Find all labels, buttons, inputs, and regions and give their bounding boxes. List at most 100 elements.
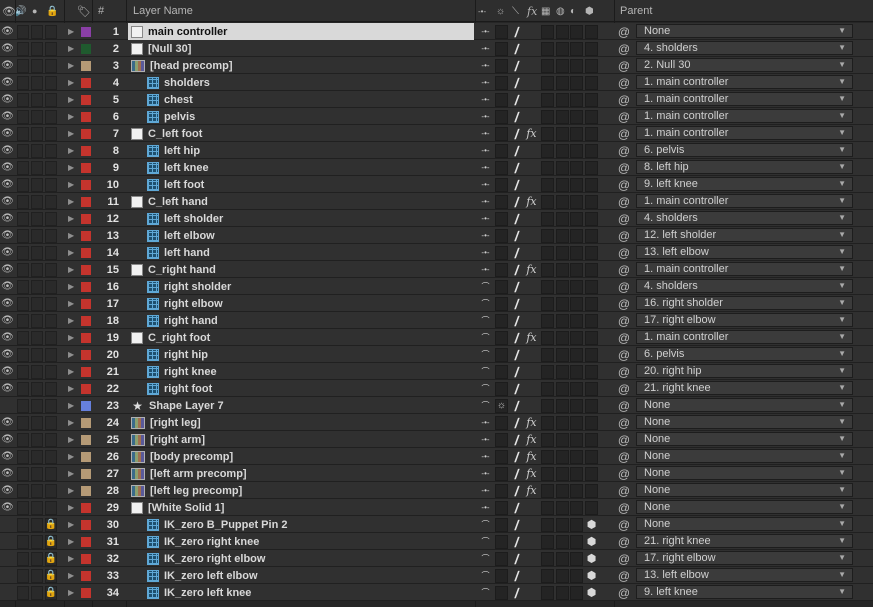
- frame-blend-switch[interactable]: [541, 397, 554, 414]
- quality-switch[interactable]: /: [510, 74, 523, 91]
- eye-icon[interactable]: 👁: [1, 261, 14, 278]
- collapse-switch[interactable]: [495, 40, 508, 57]
- fx-icon[interactable]: fx: [527, 0, 537, 22]
- motion-blur-switch[interactable]: [556, 346, 569, 363]
- adjustment-switch[interactable]: [570, 516, 583, 533]
- lock-toggle[interactable]: 🔒: [45, 584, 57, 601]
- adjustment-switch[interactable]: [570, 210, 583, 227]
- collapse-switch[interactable]: [495, 567, 508, 584]
- expand-triangle-icon[interactable]: ▶: [68, 57, 76, 74]
- expand-triangle-icon[interactable]: ▶: [68, 176, 76, 193]
- 3d-switch[interactable]: [585, 448, 598, 465]
- layer-row[interactable]: 👁 ▶ 11 C_left hand -•- / fx @1. main controller…: [0, 193, 873, 210]
- parent-dropdown[interactable]: None ▼: [636, 398, 853, 412]
- label-color-swatch[interactable]: [81, 125, 91, 142]
- 3d-switch[interactable]: [585, 312, 598, 329]
- 3d-switch[interactable]: [585, 159, 598, 176]
- 3d-switch[interactable]: [585, 193, 598, 210]
- eye-icon[interactable]: 👁: [1, 176, 14, 193]
- eye-icon[interactable]: 👁: [1, 380, 14, 397]
- expand-triangle-icon[interactable]: ▶: [68, 244, 76, 261]
- label-color-swatch[interactable]: [81, 74, 91, 91]
- solo-toggle[interactable]: [31, 278, 43, 295]
- 3d-switch[interactable]: [585, 108, 598, 125]
- audio-toggle[interactable]: [17, 346, 29, 363]
- motion-blur-switch[interactable]: [556, 74, 569, 91]
- solo-toggle[interactable]: [31, 567, 43, 584]
- collapse-switch[interactable]: [495, 227, 508, 244]
- frame-blend-switch[interactable]: [541, 380, 554, 397]
- shy-switch[interactable]: -•-: [479, 482, 492, 499]
- fx-switch[interactable]: [525, 142, 538, 159]
- expand-triangle-icon[interactable]: ▶: [68, 210, 76, 227]
- shy-switch[interactable]: -•-: [479, 499, 492, 516]
- solo-toggle[interactable]: [31, 57, 43, 74]
- expand-triangle-icon[interactable]: ▶: [68, 414, 76, 431]
- eye-icon[interactable]: 👁: [1, 23, 14, 40]
- parent-dropdown[interactable]: None ▼: [636, 449, 853, 463]
- fx-switch[interactable]: fx: [525, 482, 538, 499]
- eye-icon[interactable]: 👁: [1, 193, 14, 210]
- shy-switch[interactable]: -•-: [479, 108, 492, 125]
- adjustment-switch[interactable]: [570, 431, 583, 448]
- audio-toggle[interactable]: [17, 533, 29, 550]
- adjustment-switch[interactable]: [570, 176, 583, 193]
- collapse-switch[interactable]: [495, 57, 508, 74]
- label-color-swatch[interactable]: [81, 363, 91, 380]
- collapse-switch[interactable]: [495, 278, 508, 295]
- layer-name-cell[interactable]: [left arm precomp]: [128, 465, 474, 482]
- collapse-switch[interactable]: [495, 550, 508, 567]
- adjustment-switch[interactable]: [570, 448, 583, 465]
- parent-dropdown[interactable]: 17. right elbow ▼: [636, 313, 853, 327]
- fx-switch[interactable]: [525, 244, 538, 261]
- motion-blur-switch[interactable]: [556, 363, 569, 380]
- motion-blur-switch[interactable]: [556, 567, 569, 584]
- lock-toggle[interactable]: 🔒: [45, 516, 57, 533]
- expand-triangle-icon[interactable]: ▶: [68, 363, 76, 380]
- 3d-switch[interactable]: ⬢: [585, 584, 598, 601]
- layer-name-cell[interactable]: IK_zero left elbow: [128, 567, 474, 584]
- lock-toggle[interactable]: [45, 159, 57, 176]
- lock-toggle[interactable]: [45, 278, 57, 295]
- parent-dropdown[interactable]: 13. left elbow ▼: [636, 568, 853, 582]
- label-color-swatch[interactable]: [81, 261, 91, 278]
- label-color-swatch[interactable]: [81, 40, 91, 57]
- expand-triangle-icon[interactable]: ▶: [68, 431, 76, 448]
- expand-triangle-icon[interactable]: ▶: [68, 397, 76, 414]
- expand-triangle-icon[interactable]: ▶: [68, 448, 76, 465]
- lock-toggle[interactable]: 🔒: [45, 550, 57, 567]
- lock-toggle[interactable]: [45, 210, 57, 227]
- lock-toggle[interactable]: [45, 176, 57, 193]
- eye-icon[interactable]: 👁: [1, 329, 14, 346]
- label-color-swatch[interactable]: [81, 567, 91, 584]
- collapse-switch[interactable]: [495, 244, 508, 261]
- frame-blend-switch[interactable]: [541, 176, 554, 193]
- audio-toggle[interactable]: [17, 448, 29, 465]
- solo-toggle[interactable]: [31, 465, 43, 482]
- layer-name-cell[interactable]: right elbow: [128, 295, 474, 312]
- fx-switch[interactable]: [525, 363, 538, 380]
- shy-switch[interactable]: -•-: [479, 261, 492, 278]
- eye-icon[interactable]: 👁: [1, 108, 14, 125]
- pickwhip-icon[interactable]: @: [617, 346, 631, 363]
- motion-blur-switch[interactable]: [556, 176, 569, 193]
- layer-row[interactable]: 👁 ▶ 14 left hand -•- / @13. left elbow ▼: [0, 244, 873, 261]
- pickwhip-icon[interactable]: @: [617, 142, 631, 159]
- pickwhip-icon[interactable]: @: [617, 312, 631, 329]
- label-color-swatch[interactable]: [81, 346, 91, 363]
- motion-blur-icon[interactable]: ◍: [556, 0, 565, 22]
- pickwhip-icon[interactable]: @: [617, 227, 631, 244]
- solo-toggle[interactable]: [31, 363, 43, 380]
- collapse-icon[interactable]: ☼: [496, 0, 505, 22]
- motion-blur-switch[interactable]: [556, 380, 569, 397]
- eye-icon[interactable]: 👁: [1, 125, 14, 142]
- layer-row[interactable]: 👁 ▶ 29 [White Solid 1] -•- / @ None ▼: [0, 499, 873, 516]
- 3d-switch[interactable]: [585, 261, 598, 278]
- quality-switch[interactable]: /: [510, 261, 523, 278]
- adjustment-switch[interactable]: [570, 312, 583, 329]
- collapse-switch[interactable]: [495, 74, 508, 91]
- pickwhip-icon[interactable]: @: [617, 295, 631, 312]
- quality-switch[interactable]: /: [510, 193, 523, 210]
- fx-switch[interactable]: [525, 584, 538, 601]
- label-color-swatch[interactable]: [81, 278, 91, 295]
